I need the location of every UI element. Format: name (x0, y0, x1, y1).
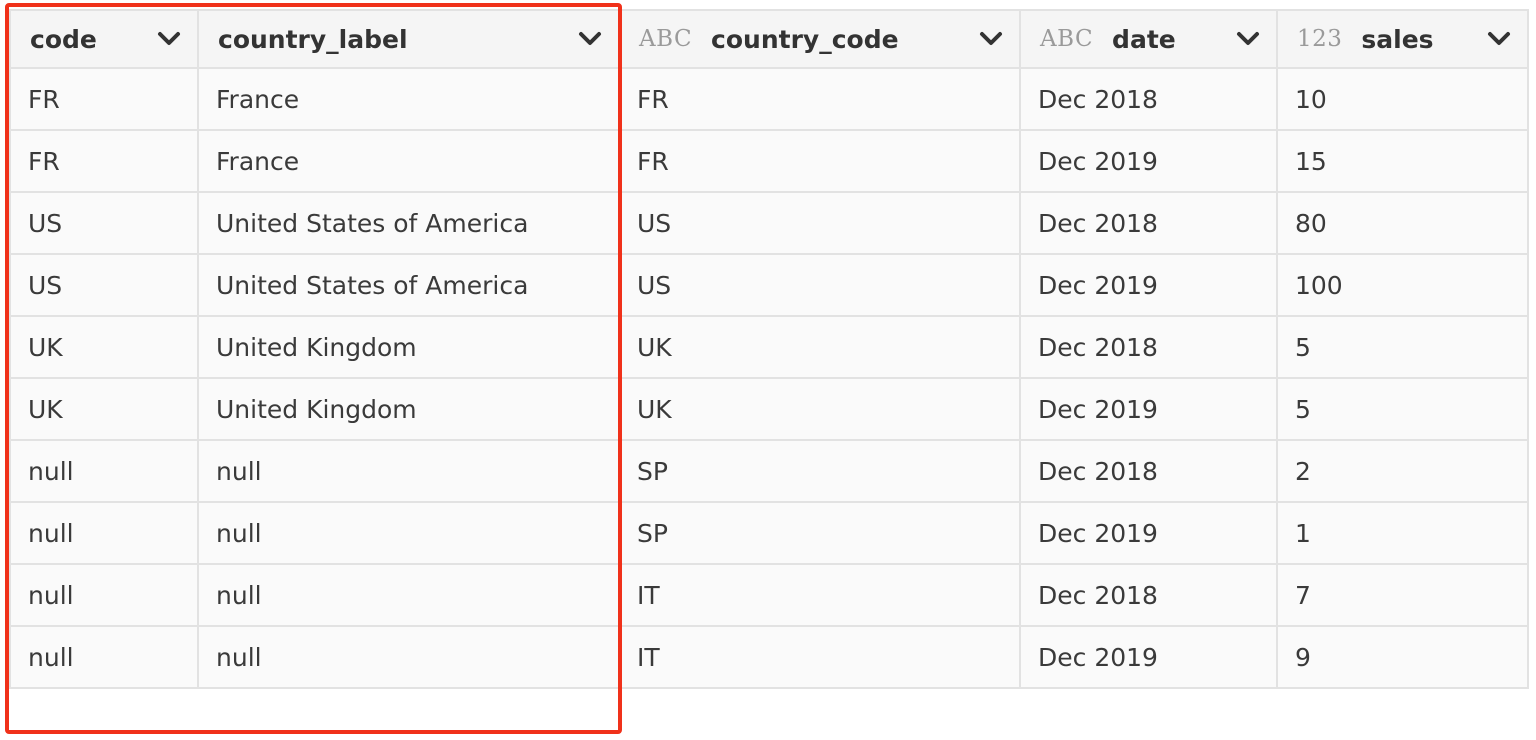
cell-date[interactable]: Dec 2018 (1019, 315, 1278, 379)
type-tag-text: ABC (639, 26, 693, 52)
cell-code[interactable]: FR (9, 129, 199, 193)
cell-date[interactable]: Dec 2019 (1019, 501, 1278, 565)
cell-country-label[interactable]: null (197, 625, 620, 689)
table-row: null null SP Dec 2019 1 (9, 501, 1529, 565)
cell-country-code[interactable]: FR (618, 67, 1021, 131)
cell-country-label[interactable]: United Kingdom (197, 377, 620, 441)
cell-sales[interactable]: 100 (1276, 253, 1529, 317)
column-header-code[interactable]: code (9, 9, 199, 69)
table-row: null null IT Dec 2019 9 (9, 625, 1529, 689)
table-row: US United States of America US Dec 2019 … (9, 253, 1529, 317)
table-row: null null SP Dec 2018 2 (9, 439, 1529, 503)
cell-country-code[interactable]: UK (618, 315, 1021, 379)
column-name: country_label (218, 24, 408, 54)
cell-date[interactable]: Dec 2019 (1019, 377, 1278, 441)
table-row: FR France FR Dec 2018 10 (9, 67, 1529, 131)
cell-country-code[interactable]: UK (618, 377, 1021, 441)
cell-country-code[interactable]: SP (618, 501, 1021, 565)
column-name: sales (1361, 24, 1434, 54)
column-header-sales[interactable]: 123 sales (1276, 9, 1529, 69)
cell-country-label[interactable]: United States of America (197, 253, 620, 317)
type-tag-number: 123 (1297, 26, 1343, 52)
column-name: country_code (711, 24, 899, 54)
table-row: US United States of America US Dec 2018 … (9, 191, 1529, 255)
column-name: date (1112, 24, 1176, 54)
chevron-down-icon[interactable] (1236, 31, 1260, 47)
cell-code[interactable]: US (9, 191, 199, 255)
cell-country-label[interactable]: null (197, 439, 620, 503)
cell-sales[interactable]: 15 (1276, 129, 1529, 193)
cell-country-label[interactable]: France (197, 67, 620, 131)
cell-code[interactable]: null (9, 625, 199, 689)
cell-country-code[interactable]: US (618, 191, 1021, 255)
cell-country-label[interactable]: null (197, 563, 620, 627)
cell-date[interactable]: Dec 2019 (1019, 253, 1278, 317)
cell-code[interactable]: FR (9, 67, 199, 131)
header-row: code country_label ABC country_code ABC … (9, 9, 1529, 69)
cell-sales[interactable]: 2 (1276, 439, 1529, 503)
cell-code[interactable]: UK (9, 377, 199, 441)
column-header-country-label[interactable]: country_label (197, 9, 620, 69)
table-row: UK United Kingdom UK Dec 2019 5 (9, 377, 1529, 441)
cell-sales[interactable]: 5 (1276, 315, 1529, 379)
column-header-date[interactable]: ABC date (1019, 9, 1278, 69)
table-header: code country_label ABC country_code ABC … (9, 9, 1529, 69)
column-name: code (30, 24, 97, 54)
cell-sales[interactable]: 7 (1276, 563, 1529, 627)
cell-sales[interactable]: 9 (1276, 625, 1529, 689)
cell-sales[interactable]: 5 (1276, 377, 1529, 441)
type-tag-text: ABC (1040, 26, 1094, 52)
chevron-down-icon[interactable] (979, 31, 1003, 47)
cell-code[interactable]: null (9, 563, 199, 627)
cell-country-code[interactable]: IT (618, 625, 1021, 689)
table-row: FR France FR Dec 2019 15 (9, 129, 1529, 193)
cell-date[interactable]: Dec 2018 (1019, 439, 1278, 503)
table-row: UK United Kingdom UK Dec 2018 5 (9, 315, 1529, 379)
cell-country-label[interactable]: United States of America (197, 191, 620, 255)
cell-country-code[interactable]: FR (618, 129, 1021, 193)
cell-sales[interactable]: 1 (1276, 501, 1529, 565)
cell-code[interactable]: null (9, 501, 199, 565)
cell-country-label[interactable]: United Kingdom (197, 315, 620, 379)
cell-sales[interactable]: 80 (1276, 191, 1529, 255)
cell-date[interactable]: Dec 2019 (1019, 129, 1278, 193)
cell-sales[interactable]: 10 (1276, 67, 1529, 131)
data-table: code country_label ABC country_code ABC … (9, 9, 1529, 689)
cell-country-code[interactable]: SP (618, 439, 1021, 503)
table-body: FR France FR Dec 2018 10 FR France FR De… (9, 67, 1529, 689)
cell-date[interactable]: Dec 2018 (1019, 191, 1278, 255)
chevron-down-icon[interactable] (1487, 31, 1511, 47)
chevron-down-icon[interactable] (157, 31, 181, 47)
cell-code[interactable]: UK (9, 315, 199, 379)
table-row: null null IT Dec 2018 7 (9, 563, 1529, 627)
chevron-down-icon[interactable] (578, 31, 602, 47)
cell-country-code[interactable]: US (618, 253, 1021, 317)
column-header-country-code[interactable]: ABC country_code (618, 9, 1021, 69)
cell-date[interactable]: Dec 2018 (1019, 563, 1278, 627)
cell-country-label[interactable]: null (197, 501, 620, 565)
cell-date[interactable]: Dec 2019 (1019, 625, 1278, 689)
cell-code[interactable]: null (9, 439, 199, 503)
cell-country-code[interactable]: IT (618, 563, 1021, 627)
cell-code[interactable]: US (9, 253, 199, 317)
cell-country-label[interactable]: France (197, 129, 620, 193)
cell-date[interactable]: Dec 2018 (1019, 67, 1278, 131)
